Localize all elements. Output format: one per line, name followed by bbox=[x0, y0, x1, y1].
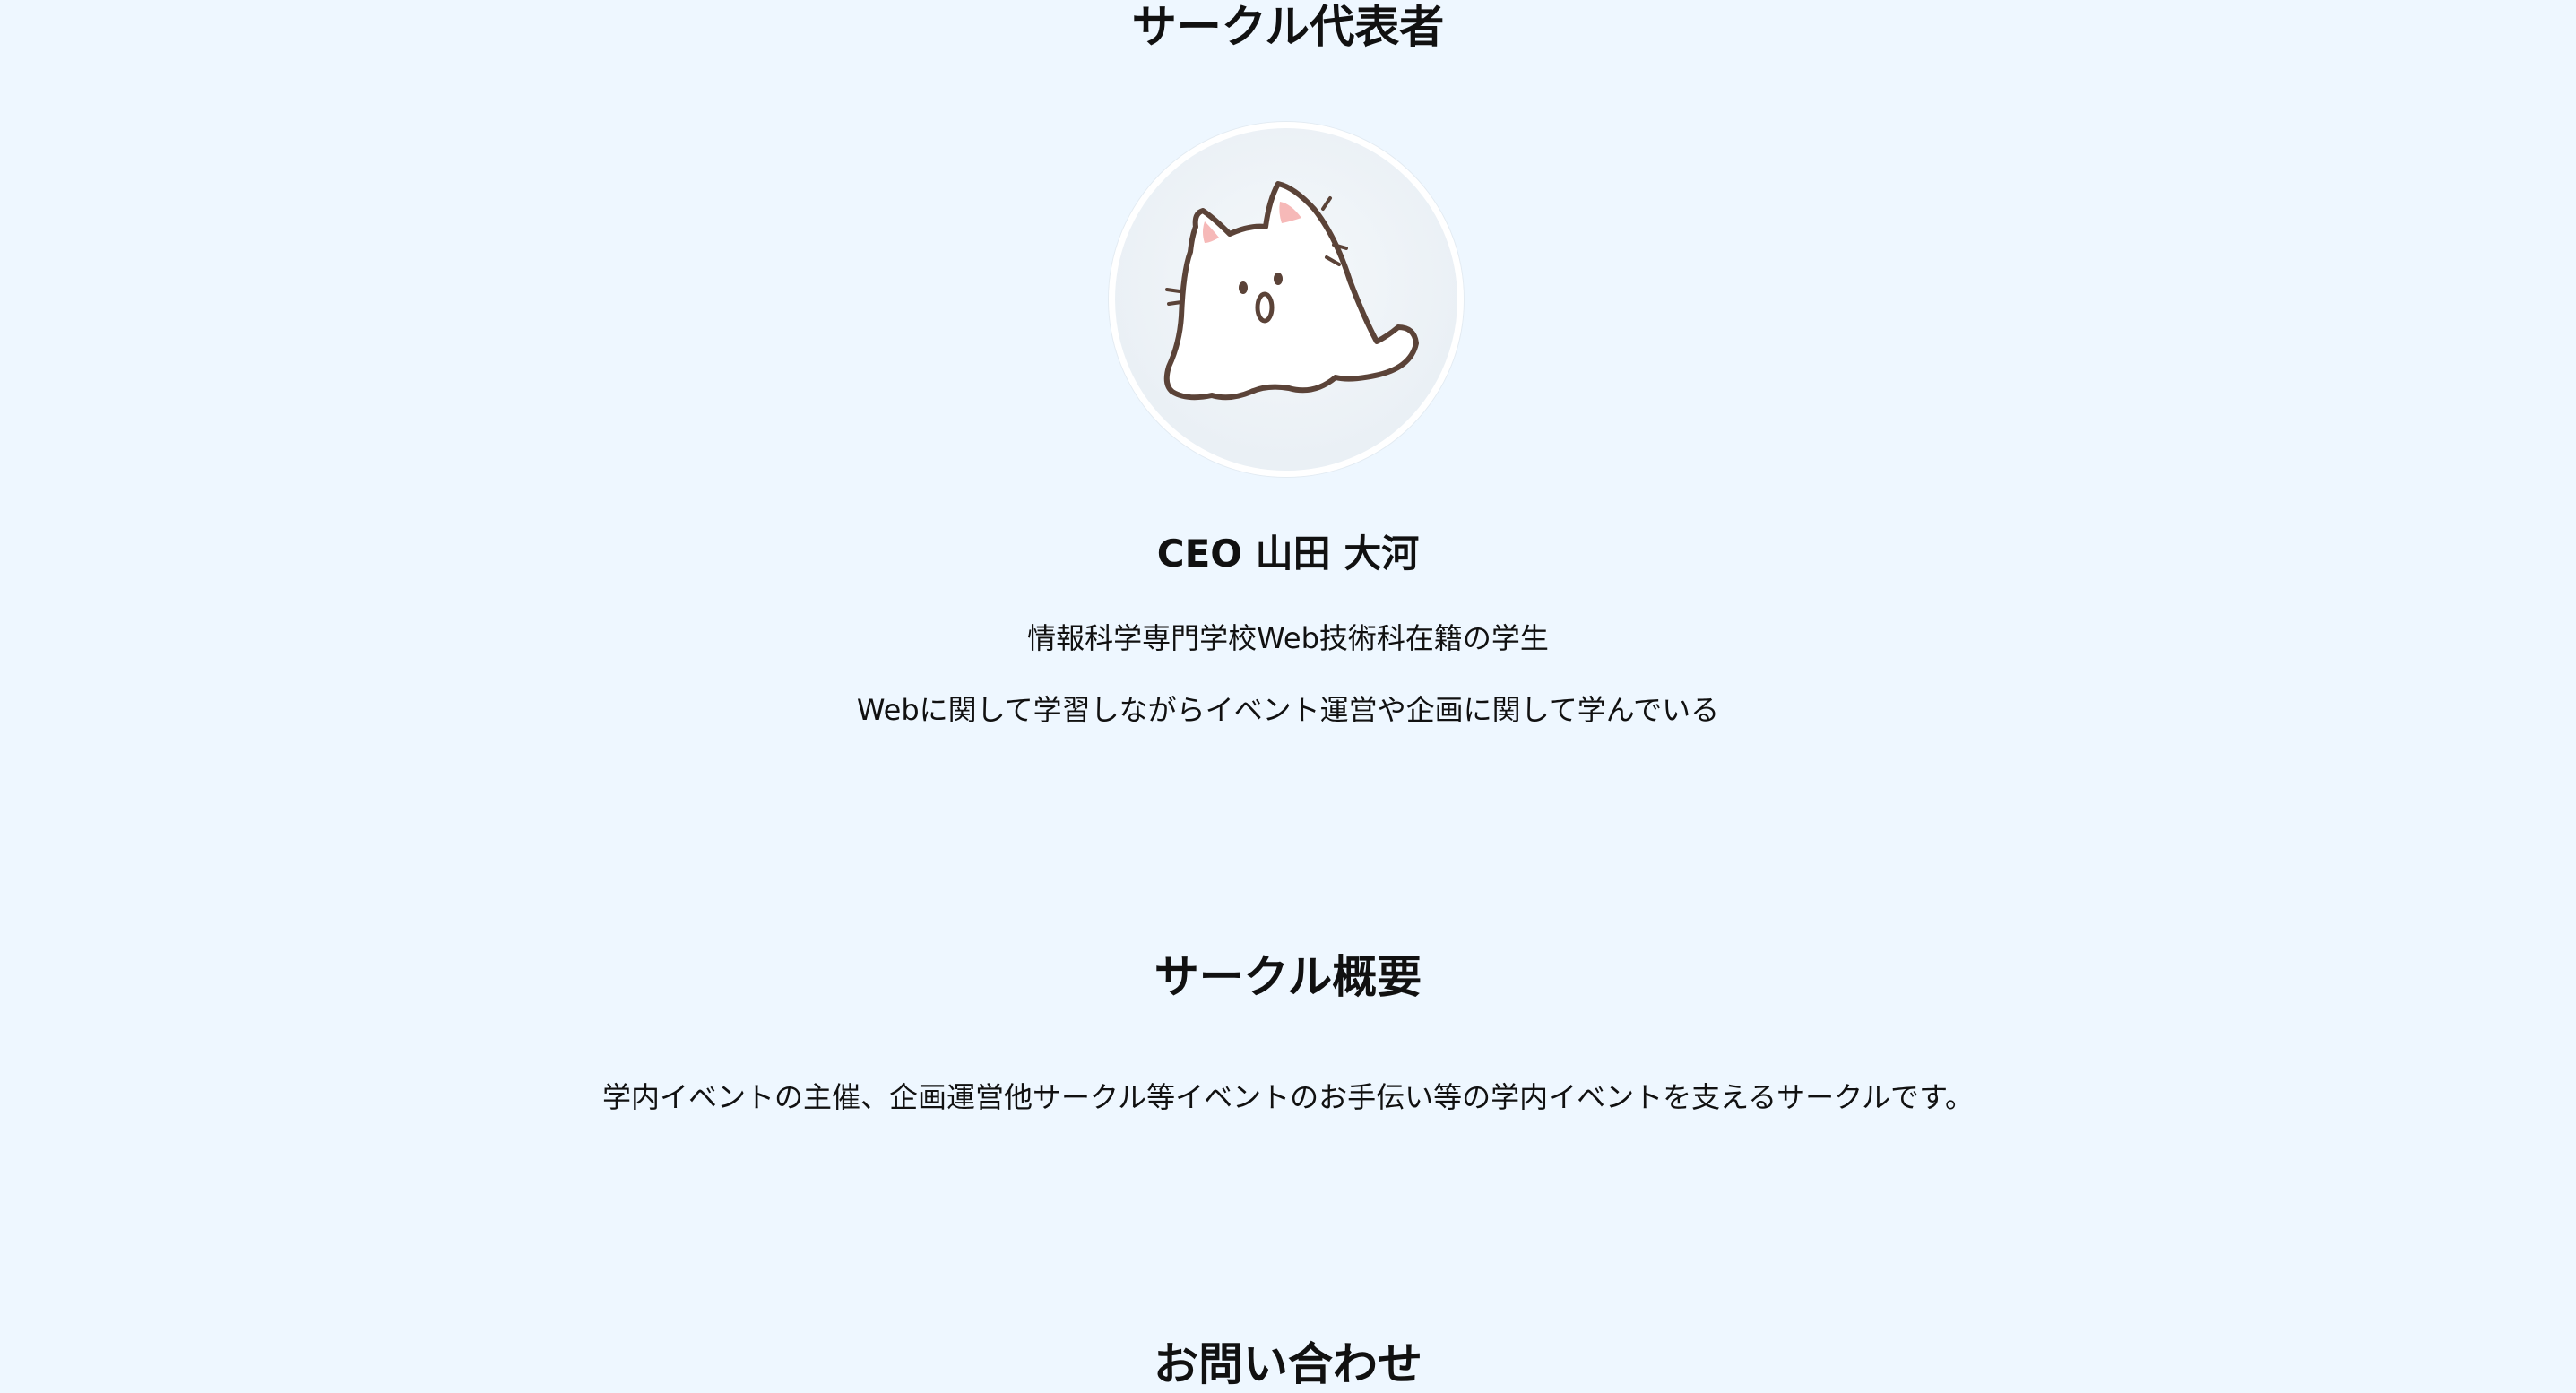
representative-description-2: Webに関して学習しながらイベント運営や企画に関して学んでいる bbox=[856, 693, 1720, 727]
representative-avatar bbox=[1109, 122, 1464, 477]
representative-section-title: サークル代表者 bbox=[1131, 1, 1445, 53]
overview-text: 学内イベントの主催、企画運営他サークル等イベントのお手伝い等の学内イベントを支え… bbox=[602, 1080, 1974, 1114]
overview-section-title: サークル概要 bbox=[1154, 951, 1422, 1003]
representative-name: CEO 山田 大河 bbox=[1156, 532, 1420, 575]
ghost-cat-icon bbox=[1163, 181, 1419, 401]
contact-section-title: お問い合わせ bbox=[1154, 1338, 1422, 1390]
representative-description-1: 情報科学専門学校Web技術科在籍の学生 bbox=[1027, 621, 1549, 655]
